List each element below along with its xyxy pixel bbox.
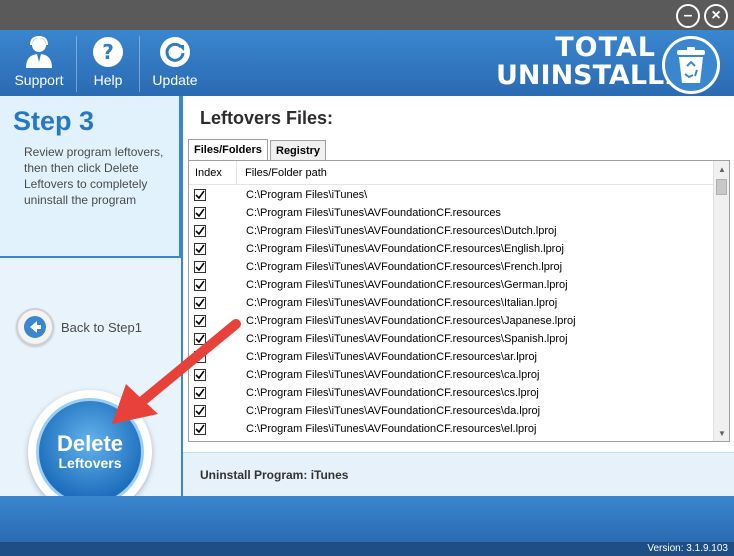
table-row[interactable]: C:\Program Files\iTunes\AVFoundationCF.r…	[189, 204, 713, 222]
support-agent-icon	[23, 36, 55, 68]
update-button[interactable]: Update	[145, 36, 205, 94]
page-title: Leftovers Files:	[200, 108, 334, 128]
step-title: Step 3	[13, 106, 95, 136]
table-row[interactable]: C:\Program Files\iTunes\AVFoundationCF.r…	[189, 276, 713, 294]
row-path: C:\Program Files\iTunes\AVFoundationCF.r…	[246, 423, 537, 435]
row-path: C:\Program Files\iTunes\AVFoundationCF.r…	[246, 405, 541, 417]
uninstall-program-label: Uninstall Program:	[200, 468, 308, 482]
status-bar	[0, 542, 734, 556]
table-row[interactable]: C:\Program Files\iTunes\	[189, 186, 713, 204]
toolbar-divider	[139, 36, 140, 92]
table-row[interactable]: C:\Program Files\iTunes\AVFoundationCF.r…	[189, 384, 713, 402]
uninstall-program-name: iTunes	[310, 468, 349, 482]
help-icon: ?	[92, 36, 124, 68]
tab-registry[interactable]: Registry	[270, 140, 327, 160]
footer	[0, 496, 734, 542]
table-body: C:\Program Files\iTunes\ C:\Program Files…	[189, 186, 713, 438]
toolbar-divider	[76, 36, 77, 92]
support-button[interactable]: Support	[8, 36, 70, 94]
row-path: C:\Program Files\iTunes\AVFoundationCF.r…	[246, 207, 501, 219]
minimize-icon[interactable]: –	[676, 4, 700, 28]
row-checkbox[interactable]	[194, 243, 206, 255]
row-path: C:\Program Files\iTunes\AVFoundationCF.r…	[246, 369, 540, 381]
column-header-path[interactable]: Files/Folder path	[237, 161, 327, 184]
back-arrow-icon	[16, 308, 54, 346]
row-checkbox[interactable]	[194, 225, 206, 237]
table-row[interactable]: C:\Program Files\iTunes\AVFoundationCF.r…	[189, 420, 713, 438]
table-row[interactable]: C:\Program Files\iTunes\AVFoundationCF.r…	[189, 330, 713, 348]
row-path: C:\Program Files\iTunes\AVFoundationCF.r…	[246, 333, 568, 345]
support-label: Support	[14, 72, 64, 88]
leftovers-table: Index Files/Folder path C:\Program Files…	[188, 160, 730, 442]
column-header-index[interactable]: Index	[189, 161, 237, 184]
table-row[interactable]: C:\Program Files\iTunes\AVFoundationCF.r…	[189, 348, 713, 366]
row-checkbox[interactable]	[194, 207, 206, 219]
table-row[interactable]: C:\Program Files\iTunes\AVFoundationCF.r…	[189, 258, 713, 276]
vertical-scrollbar[interactable]: ▲ ▼	[713, 161, 729, 441]
row-path: C:\Program Files\iTunes\AVFoundationCF.r…	[246, 387, 539, 399]
row-checkbox[interactable]	[194, 279, 206, 291]
scroll-down-icon[interactable]: ▼	[714, 425, 729, 441]
close-icon[interactable]: ×	[704, 4, 728, 28]
version-label: Version: 3.1.9.103	[647, 543, 728, 554]
tab-files-folders[interactable]: Files/Folders	[188, 139, 268, 160]
recycle-bin-icon	[662, 36, 720, 94]
row-path: C:\Program Files\iTunes\AVFoundationCF.r…	[246, 261, 563, 273]
row-checkbox[interactable]	[194, 261, 206, 273]
table-row[interactable]: C:\Program Files\iTunes\AVFoundationCF.r…	[189, 240, 713, 258]
table-row[interactable]: C:\Program Files\iTunes\AVFoundationCF.r…	[189, 222, 713, 240]
table-row[interactable]: C:\Program Files\iTunes\AVFoundationCF.r…	[189, 402, 713, 420]
row-path: C:\Program Files\iTunes\AVFoundationCF.r…	[246, 225, 557, 237]
row-path: C:\Program Files\iTunes\	[246, 189, 368, 201]
row-checkbox[interactable]	[194, 297, 206, 309]
row-path: C:\Program Files\iTunes\AVFoundationCF.r…	[246, 315, 576, 327]
refresh-icon	[159, 36, 191, 68]
brand-wordmark: TOTAL UNINSTALLER	[496, 32, 704, 91]
row-path: C:\Program Files\iTunes\AVFoundationCF.r…	[246, 297, 558, 309]
delete-label-line1: Delete	[56, 431, 124, 456]
help-button[interactable]: ? Help	[84, 36, 132, 94]
help-label: Help	[93, 72, 123, 88]
scrollbar-thumb[interactable]	[716, 179, 727, 195]
table-row[interactable]: C:\Program Files\iTunes\AVFoundationCF.r…	[189, 312, 713, 330]
scroll-up-icon[interactable]: ▲	[714, 161, 729, 177]
brand-line-1: TOTAL	[555, 32, 656, 63]
update-label: Update	[152, 72, 198, 88]
row-path: C:\Program Files\iTunes\AVFoundationCF.r…	[246, 279, 568, 291]
brand-line-2: UNINSTALLER	[496, 60, 704, 91]
row-checkbox[interactable]	[194, 189, 206, 201]
svg-text:?: ?	[102, 40, 114, 64]
row-path: C:\Program Files\iTunes\AVFoundationCF.r…	[246, 351, 538, 363]
table-row[interactable]: C:\Program Files\iTunes\AVFoundationCF.r…	[189, 366, 713, 384]
table-header: Index Files/Folder path	[189, 161, 713, 185]
table-row[interactable]: C:\Program Files\iTunes\AVFoundationCF.r…	[189, 294, 713, 312]
title-bar	[0, 0, 734, 30]
row-path: C:\Program Files\iTunes\AVFoundationCF.r…	[246, 243, 564, 255]
delete-label-line2: Leftovers	[58, 455, 122, 471]
step-description: Review program leftovers, then then clic…	[24, 145, 164, 207]
annotation-arrow-icon	[112, 319, 241, 424]
uninstall-program-text: Uninstall Program: iTunes	[200, 468, 348, 482]
